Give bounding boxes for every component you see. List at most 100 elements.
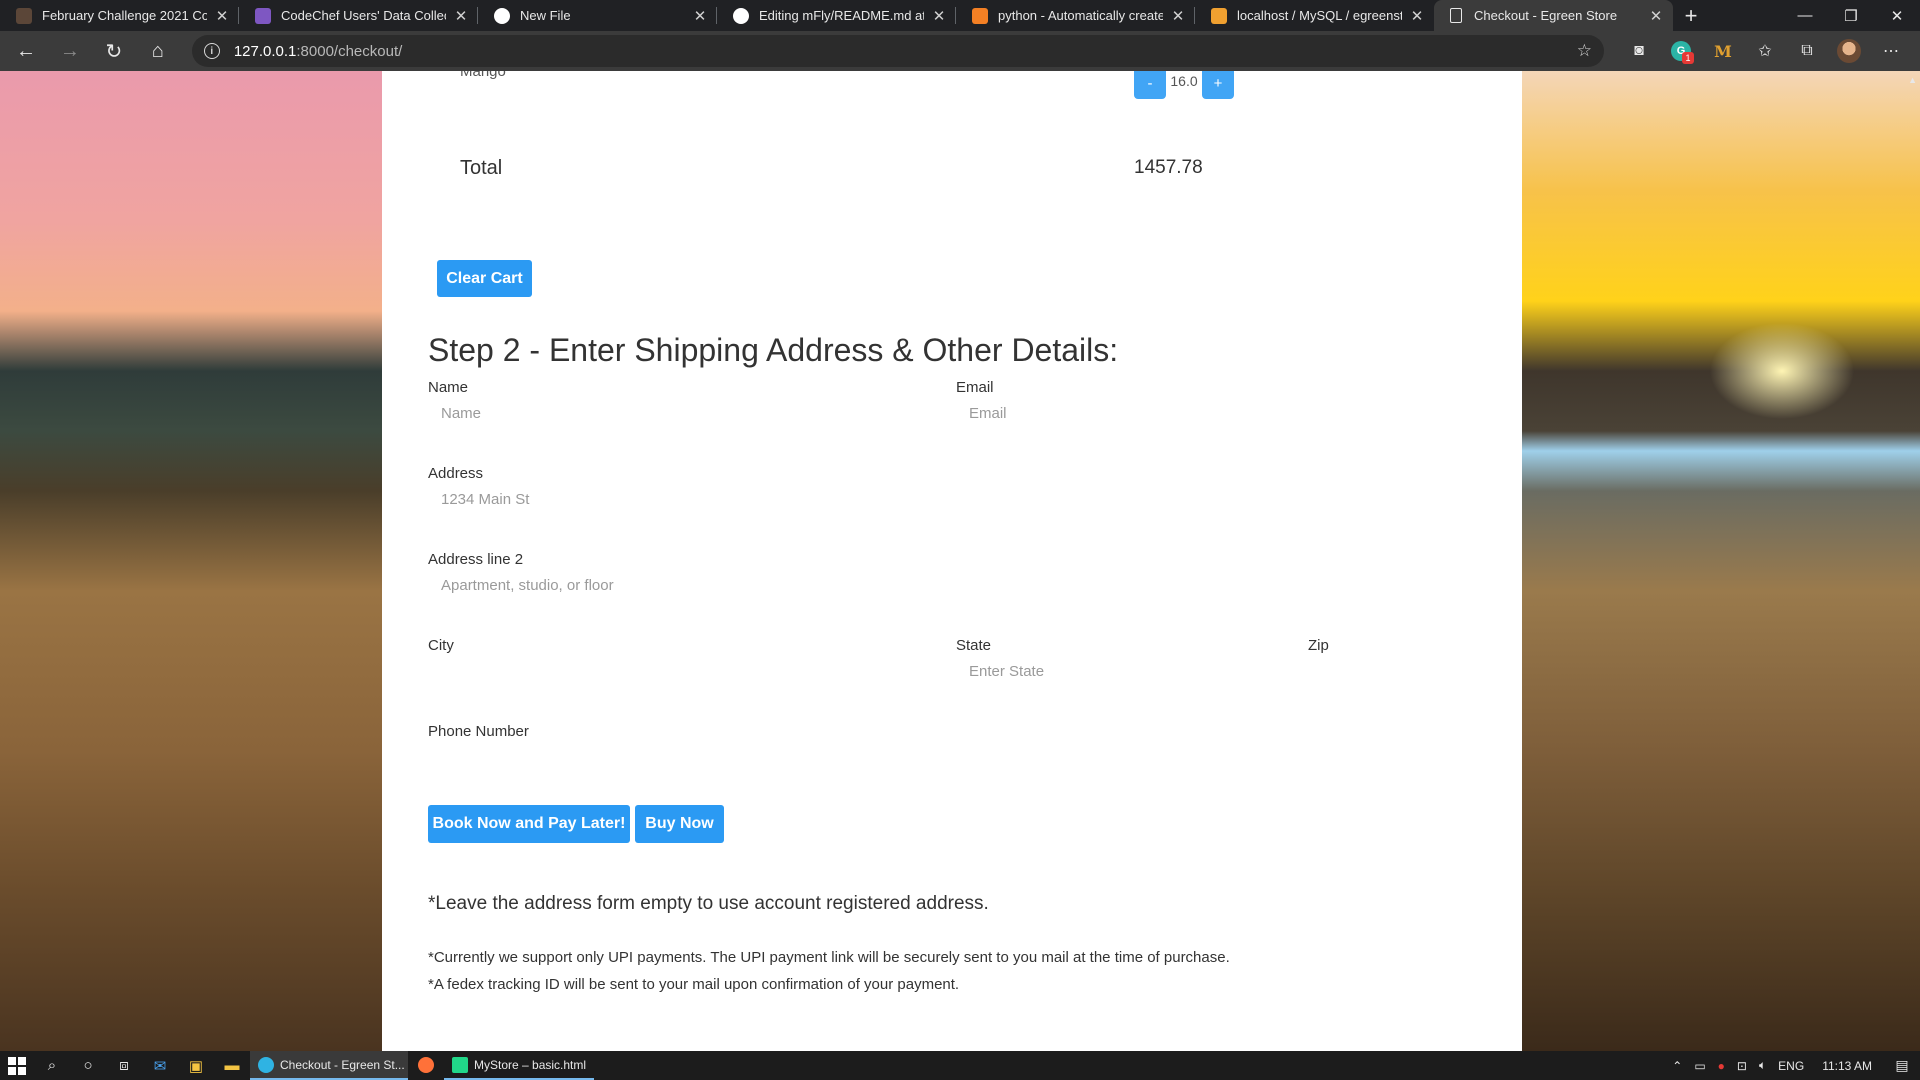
camera-icon[interactable]: ◙ <box>1624 36 1654 66</box>
device-icon[interactable]: ▭ <box>1688 1059 1711 1073</box>
search-icon[interactable]: ⌕ <box>34 1051 70 1080</box>
clock[interactable]: 11:13 AM <box>1810 1059 1884 1073</box>
browser-toolbar: ← → ↻ ⌂ i 127.0.0.1:8000/checkout/ ☆ ◙ G… <box>0 31 1920 71</box>
back-icon[interactable]: ← <box>8 35 44 67</box>
city-field[interactable] <box>428 652 948 690</box>
address-line-2-field[interactable] <box>428 566 1476 604</box>
browser-tab-strip: February Challenge 2021 Coding ✕ CodeChe… <box>0 0 1920 31</box>
tab-codechef-data[interactable]: CodeChef Users' Data Collection ✕ <box>239 0 478 31</box>
url-host: 127.0.0.1 <box>233 42 297 60</box>
close-icon[interactable]: ✕ <box>1171 7 1185 25</box>
page-viewport: Mango - 16.0 + Total 1457.78 Clear Cart … <box>0 71 1920 1051</box>
close-icon[interactable]: ✕ <box>454 7 468 25</box>
close-icon[interactable]: ✕ <box>693 7 707 25</box>
fedex-tracking-note: *A fedex tracking ID will be sent to you… <box>428 976 960 993</box>
wheat-background-left <box>0 71 382 1051</box>
mail-icon[interactable]: ✉ <box>142 1051 178 1080</box>
clear-cart-button[interactable]: Clear Cart <box>437 260 532 297</box>
file-explorer-icon[interactable]: ▬ <box>214 1051 250 1080</box>
page-scrollbar[interactable]: ▲ <box>1904 71 1920 1051</box>
tab-title: python - Automatically create re <box>998 8 1163 23</box>
scroll-up-icon[interactable]: ▲ <box>1908 75 1917 85</box>
task-view-icon[interactable]: ⧈ <box>106 1051 142 1080</box>
start-button[interactable] <box>0 1051 34 1080</box>
tab-new-file[interactable]: New File ✕ <box>478 0 717 31</box>
taskbar-app-pycharm[interactable]: MyStore – basic.html <box>444 1051 594 1080</box>
firefox-icon <box>418 1056 434 1073</box>
address-field[interactable] <box>428 480 1476 518</box>
zip-field[interactable] <box>1308 652 1476 690</box>
tab-phpmyadmin[interactable]: localhost / MySQL / egreenstore ✕ <box>1195 0 1434 31</box>
address-bar[interactable]: i 127.0.0.1:8000/checkout/ ☆ <box>191 35 1604 67</box>
edge-icon <box>258 1056 274 1073</box>
notification-icon[interactable]: ▤ <box>1884 1057 1920 1074</box>
forward-icon[interactable]: → <box>52 35 88 67</box>
tab-checkout[interactable]: Checkout - Egreen Store ✕ <box>1434 0 1673 31</box>
grammarly-extension-icon[interactable]: G1 <box>1666 36 1696 66</box>
profile-avatar[interactable] <box>1834 36 1864 66</box>
upi-payment-note: *Currently we support only UPI payments.… <box>428 949 1230 966</box>
address-note: *Leave the address form empty to use acc… <box>428 893 989 914</box>
toolbar-extensions: ◙ G1 M ✩ ⧉ ⋯ <box>1618 36 1912 66</box>
antivirus-icon[interactable]: ● <box>1712 1059 1731 1073</box>
email-field[interactable] <box>956 394 1476 432</box>
window-controls: — ❐ ✕ <box>1782 0 1920 31</box>
github-icon <box>733 7 749 24</box>
name-field[interactable] <box>428 394 948 432</box>
store-icon[interactable]: ▣ <box>178 1051 214 1080</box>
minimize-icon[interactable]: — <box>1782 0 1828 31</box>
volume-icon[interactable]: 🔈︎ <box>1753 1058 1772 1073</box>
new-tab-button[interactable]: + <box>1673 0 1709 31</box>
pycharm-icon <box>452 1056 468 1073</box>
taskbar-app-edge[interactable]: Checkout - Egreen St... <box>250 1051 408 1080</box>
restore-icon[interactable]: ❐ <box>1828 0 1874 31</box>
taskbar-app-firefox[interactable] <box>408 1051 444 1080</box>
close-icon[interactable]: ✕ <box>1649 7 1663 25</box>
codechef-icon <box>16 7 32 24</box>
show-hidden-icons[interactable]: ⌃ <box>1666 1059 1688 1073</box>
book-now-pay-later-button[interactable]: Book Now and Pay Later! <box>428 805 630 843</box>
tab-title: February Challenge 2021 Coding <box>42 8 207 23</box>
tab-title: CodeChef Users' Data Collection <box>281 8 446 23</box>
add-favorite-icon[interactable]: ☆ <box>1577 41 1592 61</box>
close-window-icon[interactable]: ✕ <box>1874 0 1920 31</box>
cortana-icon[interactable]: ○ <box>70 1051 106 1080</box>
page-title: Step 2 - Enter Shipping Address & Other … <box>428 332 1119 368</box>
close-icon[interactable]: ✕ <box>932 7 946 25</box>
home-icon[interactable]: ⌂ <box>140 35 176 67</box>
windows-logo-icon <box>8 1056 26 1075</box>
forms-icon <box>255 7 271 24</box>
reload-icon[interactable]: ↻ <box>96 35 132 67</box>
github-icon <box>494 7 510 24</box>
decrease-quantity-button[interactable]: - <box>1134 71 1166 99</box>
info-icon[interactable]: i <box>203 43 220 59</box>
tab-python-stackoverflow[interactable]: python - Automatically create re ✕ <box>956 0 1195 31</box>
taskbar-app-label: MyStore – basic.html <box>474 1057 587 1072</box>
tab-title: localhost / MySQL / egreenstore <box>1237 8 1402 23</box>
tab-title: New File <box>520 8 571 23</box>
tab-title: Editing mFly/README.md at ma <box>759 8 924 23</box>
increase-quantity-button[interactable]: + <box>1202 71 1234 99</box>
more-icon[interactable]: ⋯ <box>1876 36 1906 66</box>
system-tray: ⌃ ▭ ● ⊡ 🔈︎ ENG 11:13 AM ▤ <box>1666 1051 1920 1080</box>
cart-item-name: Mango <box>460 71 506 80</box>
page-icon <box>1450 8 1462 23</box>
tab-editing-readme[interactable]: Editing mFly/README.md at ma ✕ <box>717 0 956 31</box>
phone-number-field[interactable] <box>428 738 1476 776</box>
collections-icon[interactable]: ⧉ <box>1792 36 1822 66</box>
close-icon[interactable]: ✕ <box>215 7 229 25</box>
buy-now-button[interactable]: Buy Now <box>635 805 724 843</box>
checkout-container: Mango - 16.0 + Total 1457.78 Clear Cart … <box>382 71 1522 1051</box>
tab-codechef-challenge[interactable]: February Challenge 2021 Coding ✕ <box>0 0 239 31</box>
favorites-icon[interactable]: ✩ <box>1750 36 1780 66</box>
quantity-stepper: - 16.0 + <box>1134 71 1234 99</box>
state-field[interactable] <box>956 652 1296 690</box>
close-icon[interactable]: ✕ <box>1410 7 1424 25</box>
taskbar-app-label: Checkout - Egreen St... <box>280 1057 405 1072</box>
language-indicator[interactable]: ENG <box>1772 1059 1810 1073</box>
extension-m-icon[interactable]: M <box>1708 36 1738 66</box>
tab-title: Checkout - Egreen Store <box>1474 8 1618 23</box>
network-icon[interactable]: ⊡ <box>1731 1059 1753 1073</box>
url-path: :8000/checkout/ <box>296 42 403 60</box>
wheat-background-right <box>1522 71 1920 1051</box>
